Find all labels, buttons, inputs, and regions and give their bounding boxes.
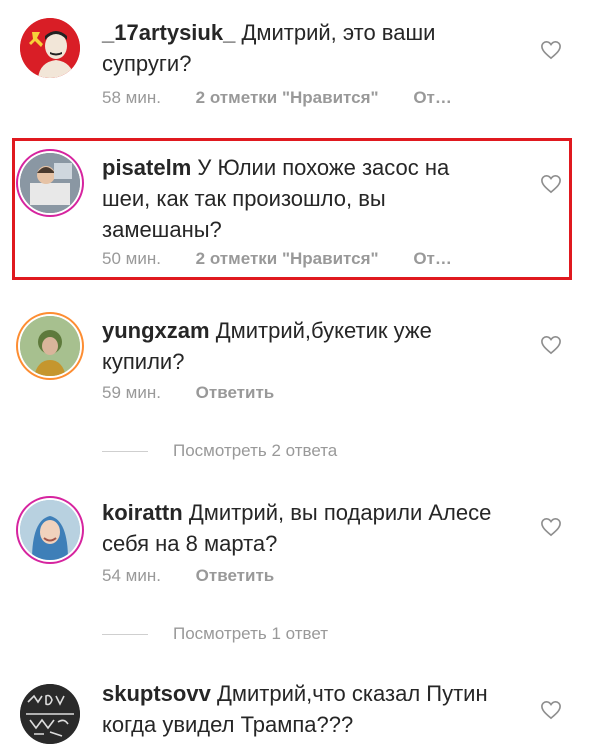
comment-likes[interactable]: 2 отметки "Нравится": [196, 88, 379, 107]
comment-text: pisatelm У Юлии похоже засос на шеи, как…: [102, 152, 502, 245]
avatar[interactable]: [20, 18, 80, 78]
reply-button[interactable]: Ответить: [196, 383, 275, 402]
comment-meta: 59 мин. Ответить: [102, 383, 274, 403]
comment-text: koirattn Дмитрий, вы подарили Алесе себя…: [102, 497, 502, 559]
avatar[interactable]: [20, 684, 80, 744]
comment-text: skuptsovv Дмитрий,что сказал Путин когда…: [102, 678, 502, 740]
comment-username[interactable]: yungxzam: [102, 318, 210, 343]
reply-button[interactable]: От…: [413, 249, 452, 268]
divider-line: [102, 451, 148, 453]
divider-line: [102, 634, 148, 636]
view-replies-label: Посмотреть 1 ответ: [173, 624, 329, 643]
comment-username[interactable]: koirattn: [102, 500, 183, 525]
avatar[interactable]: [20, 153, 80, 213]
comment-username[interactable]: _17artysiuk_: [102, 20, 235, 45]
reply-button[interactable]: От…: [413, 88, 452, 107]
comment-time: 59 мин.: [102, 383, 161, 402]
avatar[interactable]: [20, 500, 80, 560]
view-replies-label: Посмотреть 2 ответа: [173, 441, 338, 460]
comment-time: 50 мин.: [102, 249, 161, 268]
comment-time: 58 мин.: [102, 88, 161, 107]
comment-meta: 54 мин. Ответить: [102, 566, 274, 586]
comment-likes[interactable]: 2 отметки "Нравится": [196, 249, 379, 268]
avatar[interactable]: [20, 316, 80, 376]
comment-meta: 58 мин. 2 отметки "Нравится" От…: [102, 88, 452, 108]
heart-outline-icon[interactable]: [540, 700, 562, 720]
comment-username[interactable]: pisatelm: [102, 155, 191, 180]
view-replies-button[interactable]: Посмотреть 2 ответа: [102, 441, 337, 461]
view-replies-button[interactable]: Посмотреть 1 ответ: [102, 624, 328, 644]
heart-outline-icon[interactable]: [540, 517, 562, 537]
comment-meta: 50 мин. 2 отметки "Нравится" От…: [102, 249, 452, 269]
heart-outline-icon[interactable]: [540, 174, 562, 194]
heart-outline-icon[interactable]: [540, 40, 562, 60]
reply-button[interactable]: Ответить: [196, 566, 275, 585]
comment-time: 54 мин.: [102, 566, 161, 585]
heart-outline-icon[interactable]: [540, 335, 562, 355]
comment-username[interactable]: skuptsovv: [102, 681, 211, 706]
comment-text: _17artysiuk_ Дмитрий, это ваши супруги?: [102, 17, 502, 79]
comment-text: yungxzam Дмитрий,букетик уже купили?: [102, 315, 502, 377]
